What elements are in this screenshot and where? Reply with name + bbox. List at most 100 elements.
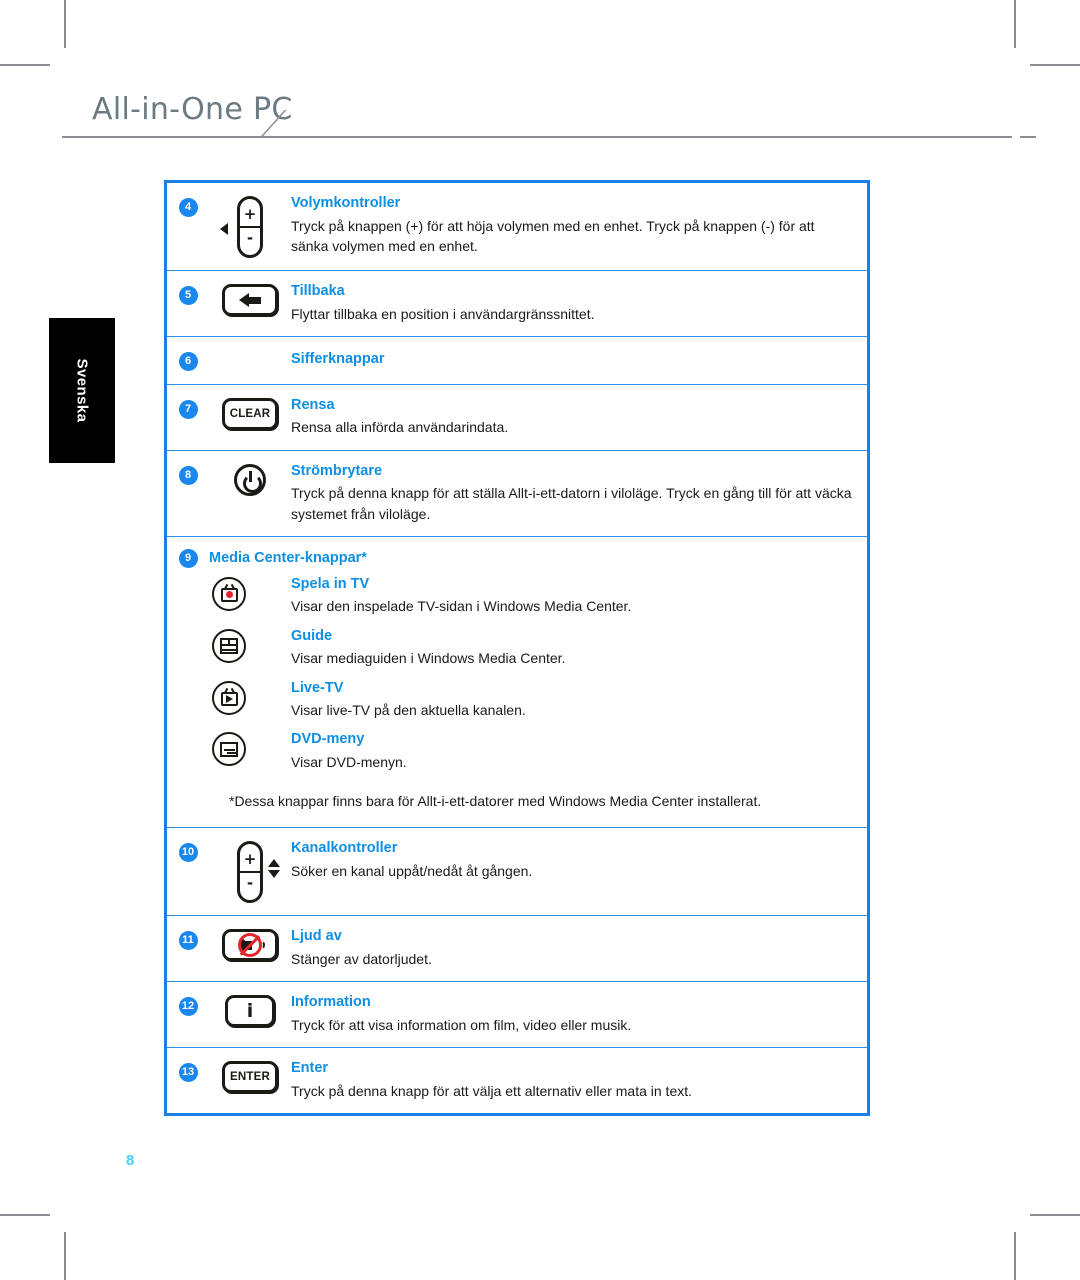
channel-rocker-icon: + - (237, 841, 280, 904)
row-number-cell: 6 (167, 348, 209, 371)
dvd-menu-icon (212, 732, 246, 767)
crop-mark-top-left-horizontal (0, 64, 50, 66)
information-icon: i (225, 995, 275, 1028)
table-row: 13 ENTER Enter Tryck på denna knapp för … (167, 1048, 867, 1113)
guide-grid-line (222, 648, 236, 651)
row-title: Volymkontroller (291, 195, 401, 211)
row-icon-cell (209, 282, 291, 316)
page-title: All-in-One PC (92, 92, 293, 127)
row-icon-cell: + - (209, 194, 291, 258)
arrow-shaft (248, 297, 261, 304)
row-number-badge: 4 (178, 198, 198, 217)
live-tv-icon (212, 680, 246, 715)
row-number-badge: 8 (178, 465, 198, 485)
row-title: Sifferknappar (291, 350, 385, 367)
row-number-badge: 10 (178, 843, 198, 863)
row-icon-cell (209, 348, 291, 350)
mute-icon (222, 929, 278, 962)
row-number-cell: 8 (167, 462, 209, 485)
row-description: Rensa alla införda användarindata. (291, 419, 509, 436)
crop-mark-bottom-left-vertical (64, 1232, 66, 1280)
row-number-badge: 13 (178, 1063, 198, 1083)
media-center-item-title: DVD-meny (291, 731, 365, 748)
row-icon-cell (209, 927, 291, 962)
row-number-badge: 12 (178, 997, 198, 1017)
row-description: Tryck för att visa information om film, … (291, 1016, 632, 1033)
row-description: Tryck på knappen (+) för att höja volyme… (291, 217, 815, 254)
media-center-section: 9 Media Center-knappar* Spela in TV Visa… (167, 537, 867, 829)
remote-control-button-table: 4 + - Volymkontroller Tryck på knappen (… (164, 180, 870, 1116)
minus-glyph: - (246, 874, 254, 893)
language-tab-label: Svenska (73, 358, 91, 423)
row-description: Tryck på denna knapp för att välja ett a… (291, 1082, 693, 1099)
row-text-cell: Tillbaka Flyttar tillbaka en position i … (291, 282, 867, 324)
media-center-item-title: Live-TV (291, 679, 344, 696)
clear-key-label: CLEAR (229, 407, 271, 420)
record-dot (225, 591, 233, 599)
row-number-cell: 12 (167, 993, 209, 1017)
crop-mark-top-right-vertical (1014, 0, 1016, 48)
crop-mark-bottom-right-horizontal (1030, 1214, 1080, 1216)
media-center-item-description: Visar den inspelade TV-sidan i Windows M… (291, 598, 632, 615)
row-title: Ljud av (291, 928, 342, 945)
row-title: Tillbaka (291, 283, 345, 299)
row-text-cell: Sifferknappar (291, 348, 867, 372)
row-text-cell: Strömbrytare Tryck på denna knapp för at… (291, 462, 867, 524)
row-number-badge: 6 (178, 351, 198, 371)
row-title: Enter (291, 1060, 329, 1077)
manual-page: All-in-One PC Svenska 8 4 + - Volymkontr… (0, 0, 1080, 1280)
page-number: 8 (126, 1152, 135, 1169)
header-rule (62, 136, 1012, 138)
dvd-menu-line (224, 748, 235, 751)
media-center-text-cell: Live-TV Visar live-TV på den aktuella ka… (291, 679, 867, 721)
speaker-triangle-icon (220, 223, 228, 235)
media-center-title: Media Center-knappar* (209, 550, 367, 567)
rocker-divider (240, 226, 260, 228)
clear-key-icon: CLEAR (222, 397, 278, 430)
prohibition-circle (238, 933, 262, 958)
guide-grid-line (222, 643, 236, 646)
media-center-icon-cell (167, 730, 291, 767)
media-center-header: 9 Media Center-knappar* (167, 537, 867, 570)
row-number-cell: 9 (167, 548, 209, 568)
table-row: 11 Ljud av Stänger av datorljudet. (167, 916, 867, 983)
media-center-text-cell: DVD-meny Visar DVD-menyn. (291, 730, 867, 772)
media-center-text-cell: Guide Visar mediaguiden i Windows Media … (291, 627, 867, 669)
row-number-cell: 4 (167, 194, 209, 217)
media-center-icon-cell (167, 575, 291, 611)
media-center-item-description: Visar live-TV på den aktuella kanalen. (291, 702, 526, 719)
crop-mark-bottom-right-vertical (1014, 1232, 1016, 1280)
row-number-cell: 5 (167, 282, 209, 305)
arrow-head (239, 293, 249, 307)
row-text-cell: Enter Tryck på denna knapp för att välja… (291, 1059, 867, 1101)
row-number-badge: 7 (178, 399, 198, 419)
table-row: 5 Tillbaka Flyttar tillbaka en position … (167, 271, 867, 337)
row-number-cell: 13 (167, 1059, 209, 1083)
language-tab: Svenska (49, 318, 115, 463)
row-description: Söker en kanal uppåt/nedåt åt gången. (291, 862, 533, 879)
plus-glyph: + (243, 205, 257, 223)
row-text-cell: Ljud av Stänger av datorljudet. (291, 927, 867, 969)
information-glyph: i (246, 999, 254, 1022)
rocker-divider (240, 871, 260, 874)
page-header: All-in-One PC (0, 92, 1080, 152)
dvd-menu-line (227, 751, 238, 754)
volume-rocker-icon: + - (220, 196, 263, 258)
up-down-arrows-icon (268, 859, 280, 879)
row-number-badge: 9 (178, 548, 198, 568)
row-title: Kanalkontroller (291, 840, 398, 857)
row-number-cell: 10 (167, 839, 209, 863)
table-row: 6 Sifferknappar (167, 337, 867, 385)
media-center-item-description: Visar DVD-menyn. (291, 754, 407, 771)
crop-mark-top-left-vertical (64, 0, 66, 48)
row-icon-cell: i (209, 993, 291, 1028)
row-text-cell: Kanalkontroller Söker en kanal uppåt/ned… (291, 839, 867, 881)
row-title: Rensa (291, 396, 335, 413)
row-text-cell: Rensa Rensa alla införda användarindata. (291, 396, 867, 438)
plus-glyph: + (243, 850, 257, 869)
media-center-text-cell: Spela in TV Visar den inspelade TV-sidan… (291, 575, 867, 617)
arrow-up-icon (268, 859, 280, 868)
table-row: 8 Strömbrytare Tryck på denna knapp för … (167, 451, 867, 537)
media-center-item: Spela in TV Visar den inspelade TV-sidan… (167, 570, 867, 622)
row-number-cell: 7 (167, 396, 209, 419)
